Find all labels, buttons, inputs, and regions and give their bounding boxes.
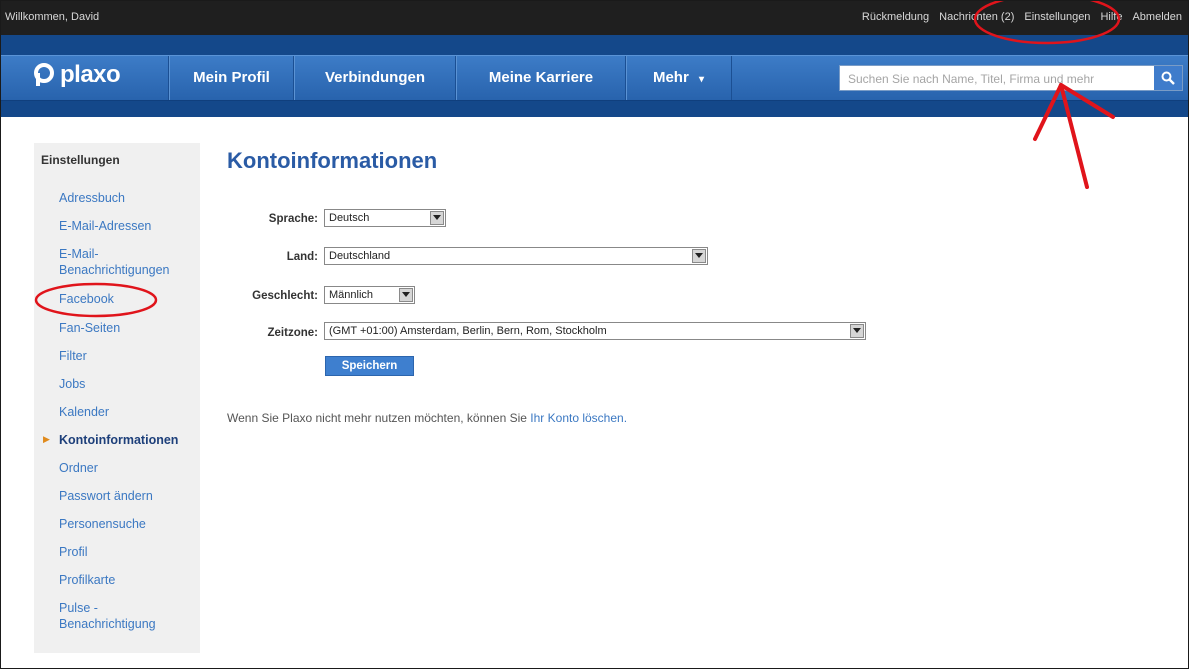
sidebar-item-email-notifications-line1[interactable]: E-Mail- bbox=[59, 246, 99, 262]
sidebar-item-folders[interactable]: Ordner bbox=[59, 460, 98, 476]
feedback-link[interactable]: Rückmeldung bbox=[862, 11, 929, 23]
welcome-text: Willkommen, David bbox=[5, 11, 100, 23]
main-navigation: plaxo Mein Profil Verbindungen Meine Kar… bbox=[1, 35, 1188, 117]
plaxo-logo-icon bbox=[34, 63, 54, 86]
top-links: Rückmeldung Nachrichten (2) Einstellunge… bbox=[852, 11, 1182, 23]
sidebar-item-email-addresses[interactable]: E-Mail-Adressen bbox=[59, 218, 151, 234]
delete-account-sentence: Wenn Sie Plaxo nicht mehr nutzen möchten… bbox=[227, 411, 531, 425]
nav-more-label: Mehr bbox=[652, 69, 689, 86]
delete-account-link[interactable]: Ihr Konto löschen. bbox=[530, 411, 627, 425]
nav-my-profile[interactable]: Mein Profil bbox=[168, 56, 294, 100]
timezone-select[interactable]: (GMT +01:00) Amsterdam, Berlin, Bern, Ro… bbox=[324, 322, 866, 340]
help-link[interactable]: Hilfe bbox=[1100, 11, 1122, 23]
dropdown-arrow-icon bbox=[850, 324, 864, 338]
app-window: Willkommen, David Rückmeldung Nachrichte… bbox=[0, 0, 1189, 669]
sidebar-item-jobs[interactable]: Jobs bbox=[59, 376, 85, 392]
sidebar-item-filter[interactable]: Filter bbox=[59, 348, 87, 364]
search-box bbox=[839, 65, 1183, 91]
sidebar-item-profile-card[interactable]: Profilkarte bbox=[59, 572, 115, 588]
search-icon bbox=[1161, 71, 1175, 85]
settings-link[interactable]: Einstellungen bbox=[1024, 11, 1090, 23]
top-bar: Willkommen, David Rückmeldung Nachrichte… bbox=[1, 1, 1188, 35]
save-button[interactable]: Speichern bbox=[325, 356, 414, 376]
chevron-down-icon: ▾ bbox=[698, 74, 705, 85]
country-value: Deutschland bbox=[329, 250, 391, 262]
search-input[interactable] bbox=[846, 67, 1160, 91]
logout-link[interactable]: Abmelden bbox=[1132, 11, 1182, 23]
sidebar-item-facebook[interactable]: Facebook bbox=[59, 291, 114, 307]
search-button[interactable] bbox=[1154, 66, 1182, 90]
dropdown-arrow-icon bbox=[692, 249, 706, 263]
active-arrow-icon: ▶ bbox=[43, 434, 50, 444]
language-value: Deutsch bbox=[329, 212, 370, 224]
messages-link[interactable]: Nachrichten (2) bbox=[939, 11, 1014, 23]
sidebar-item-pulse-notifications-line2[interactable]: Benachrichtigung bbox=[59, 616, 156, 632]
sidebar-item-fan-pages[interactable]: Fan-Seiten bbox=[59, 320, 120, 336]
logo-text: plaxo bbox=[60, 61, 121, 88]
gender-select[interactable]: Männlich bbox=[324, 286, 415, 304]
sidebar-item-adressbuch[interactable]: Adressbuch bbox=[59, 190, 125, 206]
plaxo-logo[interactable]: plaxo bbox=[31, 60, 121, 90]
sidebar-item-change-password[interactable]: Passwort ändern bbox=[59, 488, 153, 504]
nav-connections[interactable]: Verbindungen bbox=[293, 56, 456, 100]
sidebar-item-account-info[interactable]: Kontoinformationen bbox=[59, 432, 178, 448]
delete-account-text: Wenn Sie Plaxo nicht mehr nutzen möchten… bbox=[227, 411, 627, 425]
dropdown-arrow-icon bbox=[430, 211, 444, 225]
page-title: Kontoinformationen bbox=[227, 148, 438, 173]
timezone-label: Zeitzone: bbox=[267, 327, 318, 339]
sidebar-item-pulse-notifications-line1[interactable]: Pulse - bbox=[59, 600, 98, 616]
sidebar-title: Einstellungen bbox=[41, 153, 120, 167]
language-label: Sprache: bbox=[268, 213, 318, 225]
gender-label: Geschlecht: bbox=[252, 290, 318, 302]
nav-band: plaxo Mein Profil Verbindungen Meine Kar… bbox=[1, 55, 1188, 101]
country-select[interactable]: Deutschland bbox=[324, 247, 708, 265]
timezone-value: (GMT +01:00) Amsterdam, Berlin, Bern, Ro… bbox=[329, 325, 607, 337]
gender-value: Männlich bbox=[329, 289, 374, 301]
sidebar-item-profile[interactable]: Profil bbox=[59, 544, 87, 560]
sidebar-item-people-search[interactable]: Personensuche bbox=[59, 516, 146, 532]
country-label: Land: bbox=[286, 251, 318, 263]
nav-more[interactable]: Mehr ▾ bbox=[625, 56, 732, 100]
sidebar-item-calendar[interactable]: Kalender bbox=[59, 404, 109, 420]
language-select[interactable]: Deutsch bbox=[324, 209, 446, 227]
sidebar-item-email-notifications-line2[interactable]: Benachrichtigungen bbox=[59, 262, 170, 278]
dropdown-arrow-icon bbox=[399, 288, 413, 302]
settings-sidebar: Einstellungen Adressbuch E-Mail-Adressen… bbox=[34, 143, 200, 653]
nav-my-career[interactable]: Meine Karriere bbox=[455, 56, 626, 100]
